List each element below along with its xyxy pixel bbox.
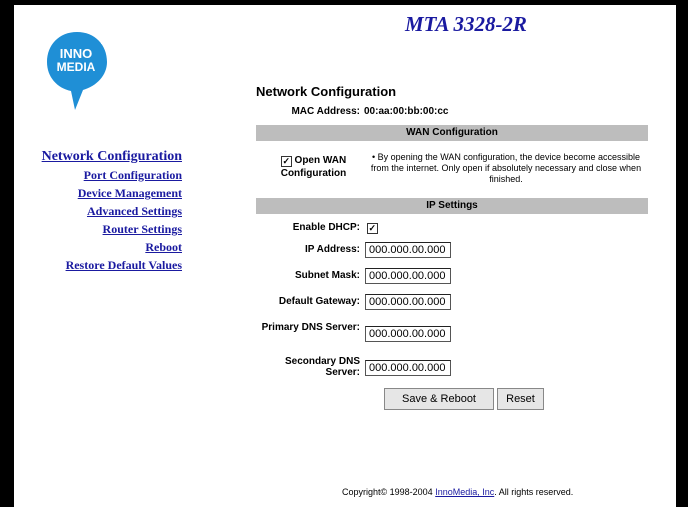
wan-note-text: By opening the WAN configuration, the de… [370,152,642,184]
primary-dns-label: Primary DNS Server: [261,322,360,333]
open-wan-checkbox[interactable]: ✓ [280,156,292,167]
ip-address-input[interactable] [365,242,451,258]
mac-address-value: 00:aa:00:bb:00:cc [364,106,449,117]
default-gateway-input[interactable] [365,294,451,310]
ip-address-row: IP Address: [256,242,451,258]
wan-note: • By opening the WAN configuration, the … [364,152,648,185]
left-nav: Network Configuration Port Configuration… [30,148,182,274]
primary-dns-row: Primary DNS Server: [256,322,451,342]
svg-text:TM: TM [100,40,106,45]
subnet-mask-label: Subnet Mask: [294,270,360,281]
nav-port-configuration[interactable]: Port Configuration [30,166,182,184]
nav-router-settings[interactable]: Router Settings [30,220,182,238]
page-header-title: MTA 3328-2R [405,12,527,36]
secondary-dns-label: Secondary DNS Server: [284,356,360,378]
secondary-dns-input[interactable] [365,360,451,376]
subnet-mask-input[interactable] [365,268,451,284]
reset-button[interactable]: Reset [497,388,544,410]
save-reboot-button[interactable]: Save & Reboot [384,388,494,410]
dhcp-label: Enable DHCP: [292,222,360,233]
nav-reboot[interactable]: Reboot [30,238,182,256]
footer-copyright: Copyright© 1998-2004 InnoMedia, Inc. All… [342,487,573,497]
copyright-text: Copyright© 1998-2004 [342,487,436,497]
bullet-icon: • [372,152,376,162]
nav-advanced-settings[interactable]: Advanced Settings [30,202,182,220]
innomedia-link[interactable]: InnoMedia, Inc [435,487,494,497]
ip-address-label: IP Address: [304,244,360,255]
primary-dns-input[interactable] [365,326,451,342]
secondary-dns-row: Secondary DNS Server: [256,356,451,378]
default-gateway-row: Default Gateway: [256,294,451,310]
open-wan-option: ✓ Open WAN Configuration [266,154,361,180]
svg-text:INNO: INNO [60,46,93,61]
nav-device-management[interactable]: Device Management [30,184,182,202]
ip-settings-header: IP Settings [256,198,648,214]
innomedia-logo: INNO MEDIA TM [47,32,107,110]
dhcp-row: Enable DHCP: ✓ [256,222,378,235]
subnet-mask-row: Subnet Mask: [256,268,451,284]
mac-address-label: MAC Address: [291,106,360,117]
default-gateway-label: Default Gateway: [278,296,360,307]
rights-text: . All rights reserved. [494,487,574,497]
mac-address-row: MAC Address: 00:aa:00:bb:00:cc [256,106,448,117]
wan-configuration-header: WAN Configuration [256,125,648,141]
nav-network-configuration[interactable]: Network Configuration [30,148,182,166]
svg-text:MEDIA: MEDIA [57,60,96,74]
dhcp-checkbox[interactable]: ✓ [366,223,378,235]
nav-restore-default-values[interactable]: Restore Default Values [30,256,182,274]
page-title: Network Configuration [256,84,397,99]
